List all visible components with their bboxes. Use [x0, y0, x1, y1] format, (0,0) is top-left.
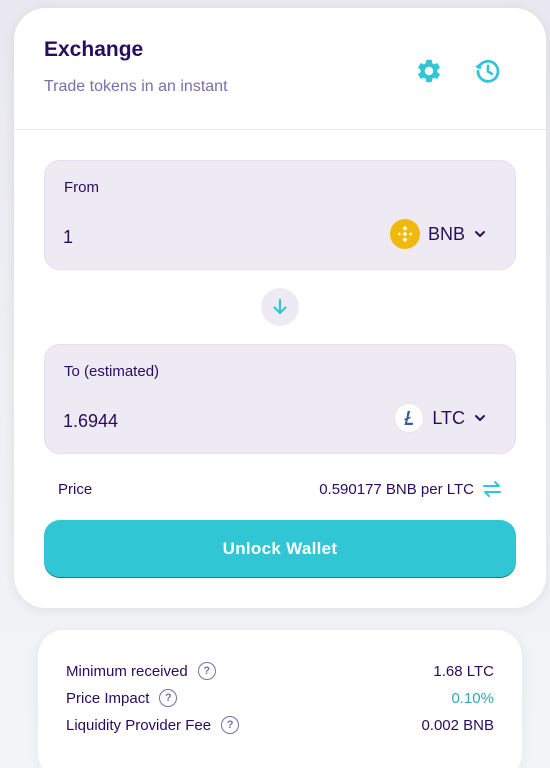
gear-icon: [418, 59, 440, 83]
minimum-received-row: Minimum received ? 1.68 LTC: [66, 662, 494, 680]
history-icon: [475, 59, 500, 83]
to-token-symbol: LTC: [432, 407, 465, 428]
ltc-logo-icon: [394, 403, 425, 433]
to-label: To (estimated): [64, 363, 160, 380]
minimum-received-value: 1.68 LTC: [433, 662, 494, 680]
arrow-down-icon: [273, 298, 287, 315]
from-label: From: [64, 179, 99, 196]
price-impact-row: Price Impact ? 0.10%: [66, 689, 494, 707]
lp-fee-label-group: Liquidity Provider Fee ?: [66, 716, 240, 734]
lp-fee-value: 0.002 BNB: [421, 716, 494, 734]
from-token-symbol: BNB: [427, 223, 465, 244]
price-switch-button[interactable]: [482, 480, 502, 498]
unlock-wallet-button[interactable]: Unlock Wallet: [44, 520, 516, 578]
minimum-received-label: Minimum received: [66, 662, 188, 680]
price-label: Price: [58, 480, 93, 498]
exchange-card: Exchange Trade tokens in an instant From: [14, 8, 546, 608]
to-amount-input[interactable]: [63, 407, 313, 435]
minimum-received-label-group: Minimum received ?: [66, 662, 216, 680]
from-token-select[interactable]: BNB: [389, 219, 487, 249]
from-currency-panel: From BNB: [44, 160, 516, 270]
to-token-select[interactable]: LTC: [394, 403, 487, 433]
price-value-group: 0.590177 BNB per LTC: [319, 480, 502, 498]
to-currency-panel: To (estimated) LTC: [44, 344, 516, 454]
price-impact-label-group: Price Impact ?: [66, 689, 178, 707]
chevron-down-icon: [475, 231, 485, 237]
settings-button[interactable]: [412, 54, 446, 88]
card-header: Exchange Trade tokens in an instant: [14, 8, 546, 130]
help-icon[interactable]: ?: [159, 689, 178, 707]
swap-arrows-icon: [483, 481, 501, 497]
lp-fee-label: Liquidity Provider Fee: [66, 716, 212, 734]
lp-fee-row: Liquidity Provider Fee ? 0.002 BNB: [66, 716, 494, 734]
price-impact-label: Price Impact: [66, 689, 150, 707]
history-button[interactable]: [471, 54, 505, 88]
bnb-logo-icon: [389, 219, 420, 249]
switch-currencies-button[interactable]: [261, 288, 299, 326]
price-impact-value: 0.10%: [451, 689, 494, 707]
price-value: 0.590177 BNB per LTC: [319, 480, 474, 498]
from-amount-input[interactable]: [63, 223, 313, 251]
page-subtitle: Trade tokens in an instant: [44, 78, 228, 95]
chevron-down-icon: [475, 415, 485, 421]
help-icon[interactable]: ?: [221, 716, 240, 734]
page-title: Exchange: [44, 38, 144, 61]
trade-details-card: Minimum received ? 1.68 LTC Price Impact…: [38, 630, 522, 768]
price-row: Price 0.590177 BNB per LTC: [58, 480, 502, 498]
help-icon[interactable]: ?: [197, 662, 216, 680]
